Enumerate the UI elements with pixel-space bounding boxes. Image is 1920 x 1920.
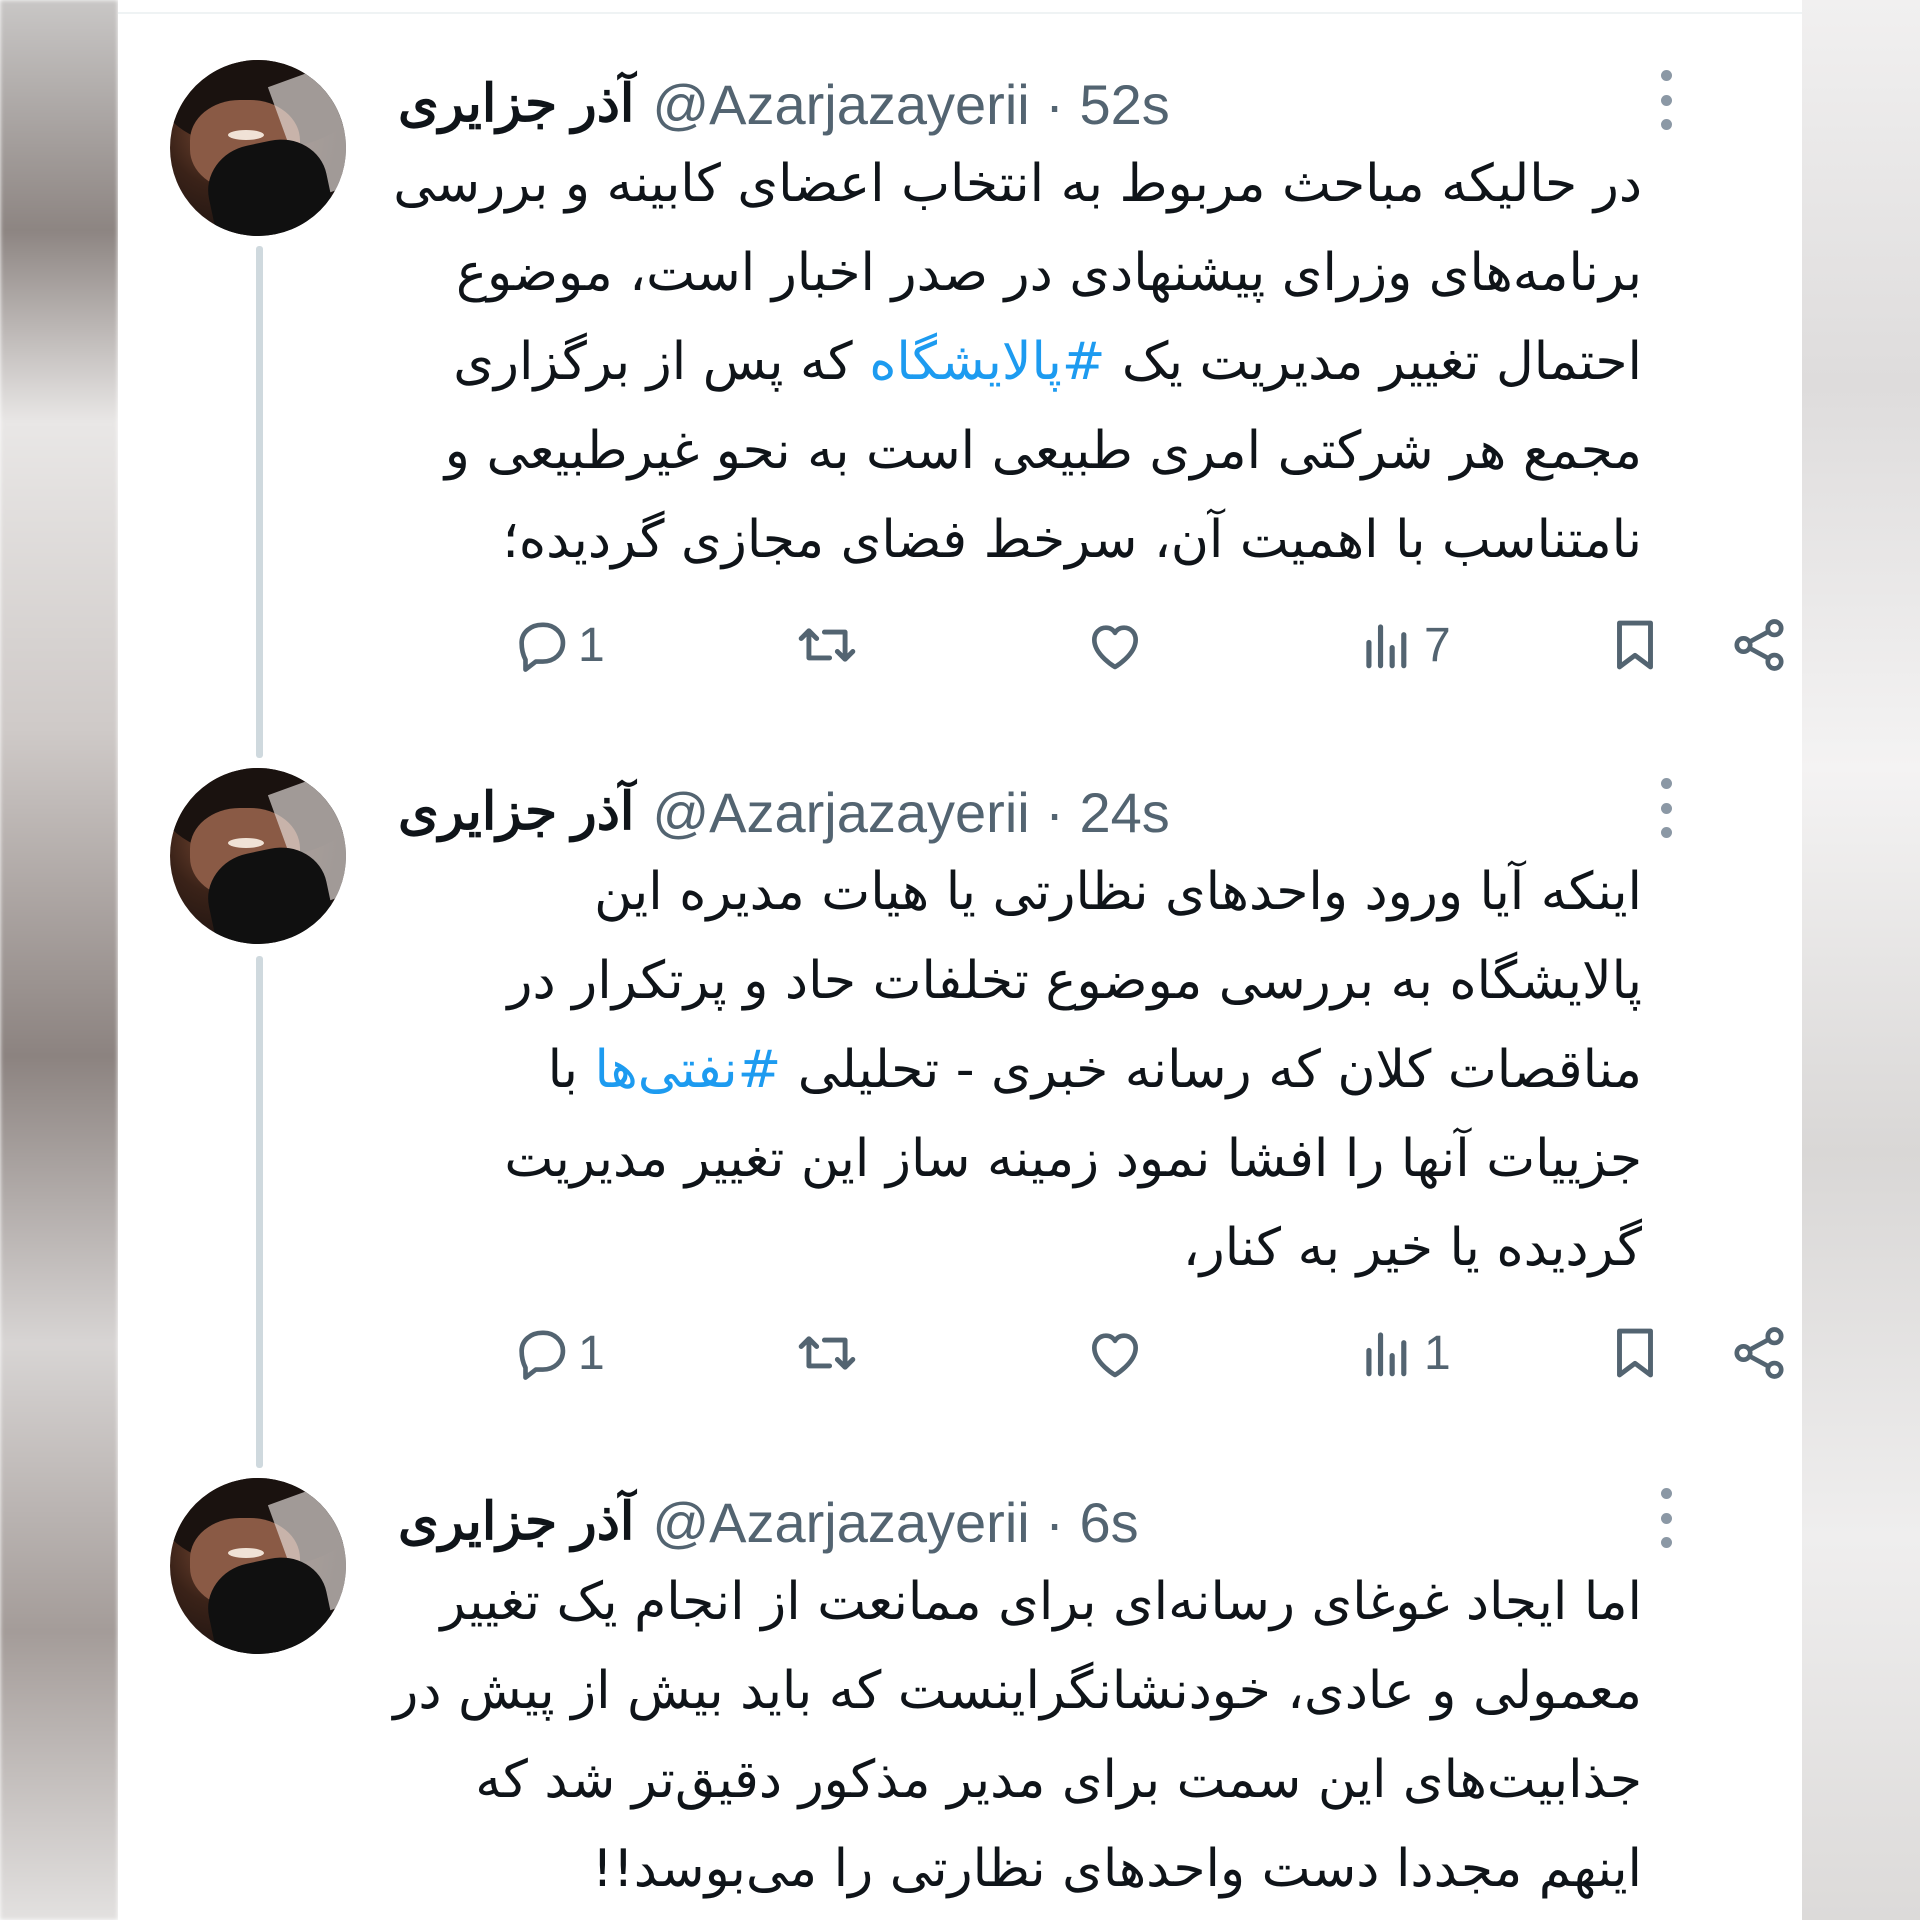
bookmark-icon bbox=[1617, 1328, 1653, 1378]
avatar[interactable] bbox=[170, 1478, 346, 1654]
tweet-text-line: در حالیکه مباحث مربوط به انتخاب اعضای کا… bbox=[393, 154, 1642, 214]
bookmark-button[interactable] bbox=[1604, 610, 1666, 680]
reply-icon bbox=[519, 622, 566, 672]
more-icon[interactable] bbox=[1646, 70, 1686, 130]
reply-count: 1 bbox=[578, 618, 605, 672]
tweet-text-line: معمولی و عادی، خودنشانگراینست که باید بی… bbox=[393, 1661, 1642, 1721]
tweet-header: آذر جزایری @Azarjazayerii · 6s bbox=[398, 1482, 1602, 1562]
tweet-text-line: مجمع هر شرکتی امری طبیعی است به نحو غیرط… bbox=[444, 421, 1642, 481]
thread-connector bbox=[256, 246, 263, 758]
tweet-text: در حالیکه مباحث مربوط به انتخاب اعضای کا… bbox=[393, 140, 1642, 585]
display-name[interactable]: آذر جزایری bbox=[398, 782, 634, 842]
tweet-header: آذر جزایری @Azarjazayerii · 52s bbox=[398, 64, 1602, 144]
tweet-text-line: گردیده یا خیر به کنار، bbox=[1182, 1218, 1642, 1278]
text-fragment: با bbox=[547, 1040, 595, 1100]
like-button[interactable] bbox=[1084, 1318, 1146, 1388]
like-button[interactable] bbox=[1084, 610, 1146, 680]
like-icon bbox=[1092, 1333, 1138, 1378]
text-fragment: احتمال تغییر مدیریت یک bbox=[1105, 332, 1642, 392]
retweet-icon bbox=[798, 628, 856, 662]
like-icon bbox=[1092, 625, 1138, 670]
share-icon bbox=[1734, 1327, 1784, 1379]
more-icon[interactable] bbox=[1646, 1488, 1686, 1548]
bookmark-button[interactable] bbox=[1604, 1318, 1666, 1388]
tweet-text-line: نامتناسب با اهمیت آن، سرخط فضای مجازی گر… bbox=[502, 510, 1642, 570]
action-bar: 1 7 bbox=[398, 610, 1784, 680]
avatar[interactable] bbox=[170, 60, 346, 236]
tweet-text-line: اما ایجاد غوغای رسانه‌ای برای ممانعت از … bbox=[440, 1572, 1642, 1632]
share-icon bbox=[1734, 619, 1784, 671]
avatar[interactable] bbox=[170, 768, 346, 944]
views-icon bbox=[1366, 624, 1407, 669]
views-count: 1 bbox=[1424, 1326, 1451, 1380]
tweet-text-line: اینکه آیا ورود واحدهای نظارتی یا هیات مد… bbox=[594, 862, 1642, 922]
reply-button[interactable]: 1 bbox=[510, 1318, 605, 1388]
reply-button[interactable]: 1 bbox=[510, 610, 605, 680]
background-right-strip bbox=[1802, 0, 1920, 1920]
display-name[interactable]: آذر جزایری bbox=[398, 1492, 634, 1552]
tweet-text-line: برنامه‌های وزرای پیشنهادی در صدر اخبار ا… bbox=[456, 243, 1642, 303]
timeline: آذر جزایری @Azarjazayerii · 52s در حالیک… bbox=[118, 0, 1802, 1920]
views-button[interactable]: 7 bbox=[1356, 610, 1451, 680]
tweet-text-line: مناقصات کلان که رسانه خبری - تحلیلی #نفت… bbox=[398, 1026, 1642, 1115]
background-left-strip bbox=[0, 0, 118, 1920]
hashtag-link[interactable]: #پالایشگاه bbox=[869, 332, 1105, 392]
display-name[interactable]: آذر جزایری bbox=[398, 74, 634, 134]
retweet-button[interactable] bbox=[796, 610, 858, 680]
views-button[interactable]: 1 bbox=[1356, 1318, 1451, 1388]
more-icon[interactable] bbox=[1646, 778, 1686, 838]
thread-connector bbox=[256, 956, 263, 1468]
tweet-text-line: اینهم مجددا دست واحدهای نظارتی را می‌بوس… bbox=[592, 1839, 1642, 1899]
text-fragment: که پس از برگزاری bbox=[453, 332, 870, 392]
tweet-text-line: جذابیت‌های این سمت برای مدیر مذکور دقیق‌… bbox=[475, 1750, 1642, 1810]
tweet-text: اینکه آیا ورود واحدهای نظارتی یا هیات مد… bbox=[398, 848, 1642, 1293]
divider bbox=[118, 12, 1802, 14]
bookmark-icon bbox=[1617, 620, 1653, 670]
tweet-text-line: احتمال تغییر مدیریت یک #پالایشگاه که پس … bbox=[398, 318, 1642, 407]
retweet-icon bbox=[798, 1336, 856, 1370]
tweet-text-line: پالایشگاه به بررسی موضوع تخلفات حاد و پر… bbox=[507, 951, 1642, 1011]
tweet-text: اما ایجاد غوغای رسانه‌ای برای ممانعت از … bbox=[393, 1558, 1642, 1914]
handle-and-time[interactable]: @Azarjazayerii · 6s bbox=[652, 1490, 1138, 1555]
tweet-text-line: جزییات آنها را افشا نمود زمینه ساز این ت… bbox=[504, 1129, 1642, 1189]
reply-count: 1 bbox=[578, 1326, 605, 1380]
handle-and-time[interactable]: @Azarjazayerii · 52s bbox=[652, 72, 1169, 137]
views-count: 7 bbox=[1424, 618, 1451, 672]
text-fragment: مناقصات کلان که رسانه خبری - تحلیلی bbox=[781, 1040, 1642, 1100]
hashtag-link[interactable]: #نفتی‌ها bbox=[595, 1040, 782, 1100]
retweet-button[interactable] bbox=[796, 1318, 858, 1388]
share-button[interactable] bbox=[1728, 610, 1790, 680]
reply-icon bbox=[519, 1330, 566, 1380]
tweet-header: آذر جزایری @Azarjazayerii · 24s bbox=[398, 772, 1602, 852]
share-button[interactable] bbox=[1728, 1318, 1790, 1388]
action-bar: 1 1 bbox=[398, 1318, 1784, 1388]
views-icon bbox=[1366, 1332, 1407, 1377]
handle-and-time[interactable]: @Azarjazayerii · 24s bbox=[652, 780, 1169, 845]
